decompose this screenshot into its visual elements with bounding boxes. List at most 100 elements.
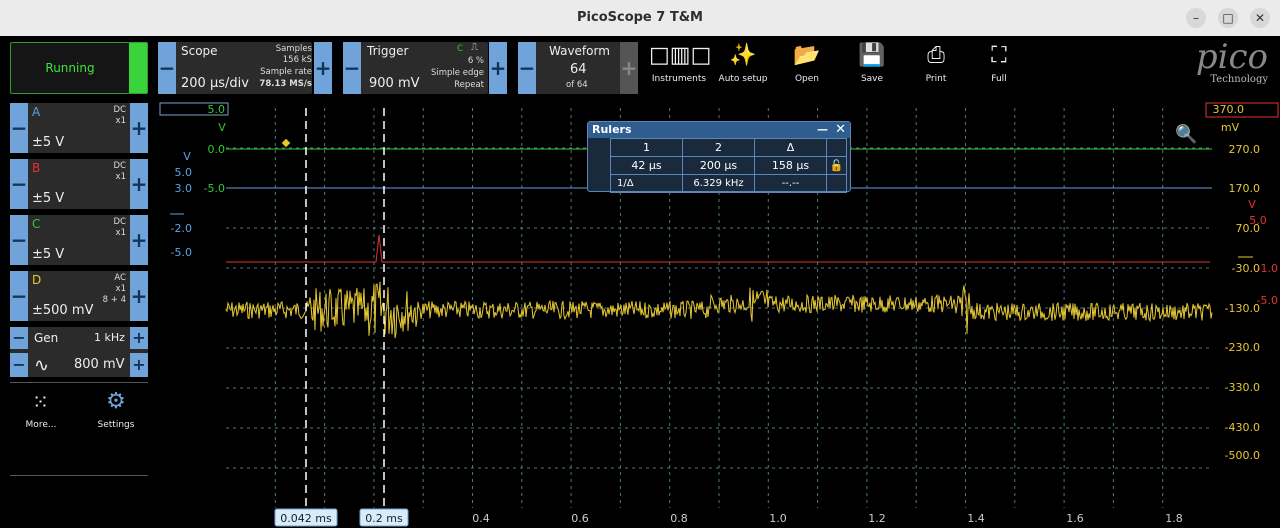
scope-control: − Scope 200 µs/div Samples 156 kS Sample… xyxy=(158,42,312,94)
x-tick-label: 0.4 xyxy=(472,512,490,525)
axis-a-label: -2.0 xyxy=(171,222,192,235)
channel-range[interactable]: ±5 V xyxy=(32,191,64,206)
trigger-control: − Trigger 900 mV C ⎍ 6 % Simple edge Rep… xyxy=(343,42,488,94)
folder-open-icon: 📂 xyxy=(793,43,821,68)
channel-range[interactable]: ±5 V xyxy=(32,247,64,262)
samples-value[interactable]: 156 kS xyxy=(242,55,312,65)
x-tick-label: 1.8 xyxy=(1165,512,1183,525)
trigger-channel: C xyxy=(457,44,463,54)
unlock-icon[interactable]: 🔓 xyxy=(826,156,847,175)
channel-coupling[interactable]: DC xyxy=(114,105,126,115)
sample-rate-label: Sample rate xyxy=(260,67,312,77)
trigger-decrease-button[interactable]: − xyxy=(343,42,361,94)
open-label: Open xyxy=(794,74,820,84)
channel-filter: 8 + 4 xyxy=(102,295,126,305)
full-screen-button[interactable]: ⛶ Full xyxy=(969,42,1029,90)
waveform-current[interactable]: 64 xyxy=(570,62,587,77)
channel-c-control[interactable]: − + C DC x1 ±5 V xyxy=(10,215,148,265)
run-indicator xyxy=(129,43,147,93)
maximize-button[interactable]: □ xyxy=(1218,8,1238,28)
gen-amplitude[interactable]: 800 mV xyxy=(74,357,125,372)
channel-b-control[interactable]: − + B DC x1 ±5 V xyxy=(10,159,148,209)
channel-b-increase-button[interactable]: + xyxy=(130,159,148,209)
channel-c-increase-button[interactable]: + xyxy=(130,215,148,265)
channel-coupling[interactable]: DC xyxy=(114,217,126,227)
axis-d-label: 170.0 xyxy=(1229,182,1261,195)
channel-probe[interactable]: x1 xyxy=(116,228,126,238)
trigger-increase-button[interactable]: + xyxy=(489,42,507,94)
channel-a-decrease-button[interactable]: − xyxy=(10,103,28,153)
samples-label: Samples xyxy=(275,44,312,54)
save-icon: 💾 xyxy=(858,43,886,68)
pre-trigger-percent: 6 % xyxy=(467,56,484,66)
axis-b-unit: V xyxy=(1248,198,1256,211)
channel-probe[interactable]: x1 xyxy=(116,116,126,126)
waveform-prev-button[interactable]: − xyxy=(518,42,536,94)
gen-freq-decrease-button[interactable]: − xyxy=(10,327,28,349)
timebase-value[interactable]: 200 µs/div xyxy=(181,76,249,91)
instruments-label: Instruments xyxy=(651,74,707,84)
more-button[interactable]: ⁙ More... xyxy=(11,388,71,436)
channel-range[interactable]: ±500 mV xyxy=(32,303,93,318)
axis-a-label: -5.0 xyxy=(171,246,192,259)
gen-frequency[interactable]: 1 kHz xyxy=(94,331,125,344)
channel-coupling[interactable]: DC xyxy=(114,161,126,171)
gen-amp-increase-button[interactable]: + xyxy=(130,353,148,377)
axis-d-label: -130.0 xyxy=(1225,302,1260,315)
waveform-next-button[interactable]: + xyxy=(620,42,638,94)
inverse-delta-label: 1/Δ xyxy=(610,174,683,193)
rulers-title: Rulers xyxy=(592,123,632,136)
x-tick-label: 0.6 xyxy=(571,512,589,525)
expand-icon: ⛶ xyxy=(991,43,1007,68)
close-window-button[interactable]: ✕ xyxy=(1250,8,1270,28)
channel-name: B xyxy=(32,161,41,175)
rulers-minimize-button[interactable]: — xyxy=(817,122,828,138)
axis-a-label: 3.0 xyxy=(175,182,193,195)
trigger-mode[interactable]: Repeat xyxy=(414,80,484,90)
axis-d-label: -230.0 xyxy=(1225,341,1260,354)
channel-coupling[interactable]: AC xyxy=(114,273,126,283)
channel-probe[interactable]: x1 xyxy=(116,172,126,182)
channel-a-control[interactable]: − + A DC x1 ±5 V xyxy=(10,103,148,153)
rulers-window[interactable]: Rulers — ✕ 12Δ 42 µs 200 µs 158 µs 🔓 1/Δ 6.3… xyxy=(587,121,851,193)
channel-d-increase-button[interactable]: + xyxy=(130,271,148,321)
gen-amp-decrease-button[interactable]: − xyxy=(10,353,28,377)
gen-freq-increase-button[interactable]: + xyxy=(130,327,148,349)
channel-d-control[interactable]: − + D AC x1 8 + 4 ±500 mV xyxy=(10,271,148,321)
sample-rate-value: 78.13 MS/s xyxy=(259,79,312,89)
channel-a-increase-button[interactable]: + xyxy=(130,103,148,153)
window-title: PicoScope 7 T&M xyxy=(577,10,703,25)
channel-b-decrease-button[interactable]: − xyxy=(10,159,28,209)
x-tick-label: 1.0 xyxy=(769,512,787,525)
channel-range[interactable]: ±5 V xyxy=(32,135,64,150)
timebase-decrease-button[interactable]: − xyxy=(158,42,176,94)
trigger-type[interactable]: Simple edge xyxy=(414,68,484,78)
timebase-increase-button[interactable]: + xyxy=(314,42,332,94)
ruler-col-delta: Δ xyxy=(754,138,827,157)
channel-c-decrease-button[interactable]: − xyxy=(10,215,28,265)
rising-edge-icon: ⎍ xyxy=(471,42,478,53)
run-status-label: Running xyxy=(45,61,95,75)
logo-subtext: Technology xyxy=(1210,74,1268,85)
sine-wave-icon: ∿ xyxy=(34,355,50,376)
auto-setup-button[interactable]: ✨ Auto setup xyxy=(713,42,773,90)
trigger-marker[interactable] xyxy=(281,138,291,148)
trigger-level-value[interactable]: 900 mV xyxy=(369,76,420,91)
full-label: Full xyxy=(991,74,1007,84)
channel-name: D xyxy=(32,273,42,287)
settings-label: Settings xyxy=(97,420,135,430)
x-tick-label: 1.4 xyxy=(967,512,985,525)
open-button[interactable]: 📂 Open xyxy=(777,42,837,90)
save-button[interactable]: 💾 Save xyxy=(842,42,902,90)
instruments-button[interactable]: □▥□ Instruments xyxy=(649,42,711,90)
print-button[interactable]: ⎙ Print xyxy=(906,42,966,90)
minimize-button[interactable]: – xyxy=(1186,8,1206,28)
channel-d-decrease-button[interactable]: − xyxy=(10,271,28,321)
zoom-icon[interactable]: 🔍 xyxy=(1175,124,1197,145)
settings-button[interactable]: ⚙ Settings xyxy=(86,388,146,436)
rulers-close-button[interactable]: ✕ xyxy=(835,122,846,138)
channel-probe[interactable]: x1 xyxy=(116,284,126,294)
trigger-title: Trigger xyxy=(367,44,409,58)
axis-c-min-label: -5.0 xyxy=(204,182,225,195)
run-stop-button[interactable]: Running xyxy=(10,42,148,94)
